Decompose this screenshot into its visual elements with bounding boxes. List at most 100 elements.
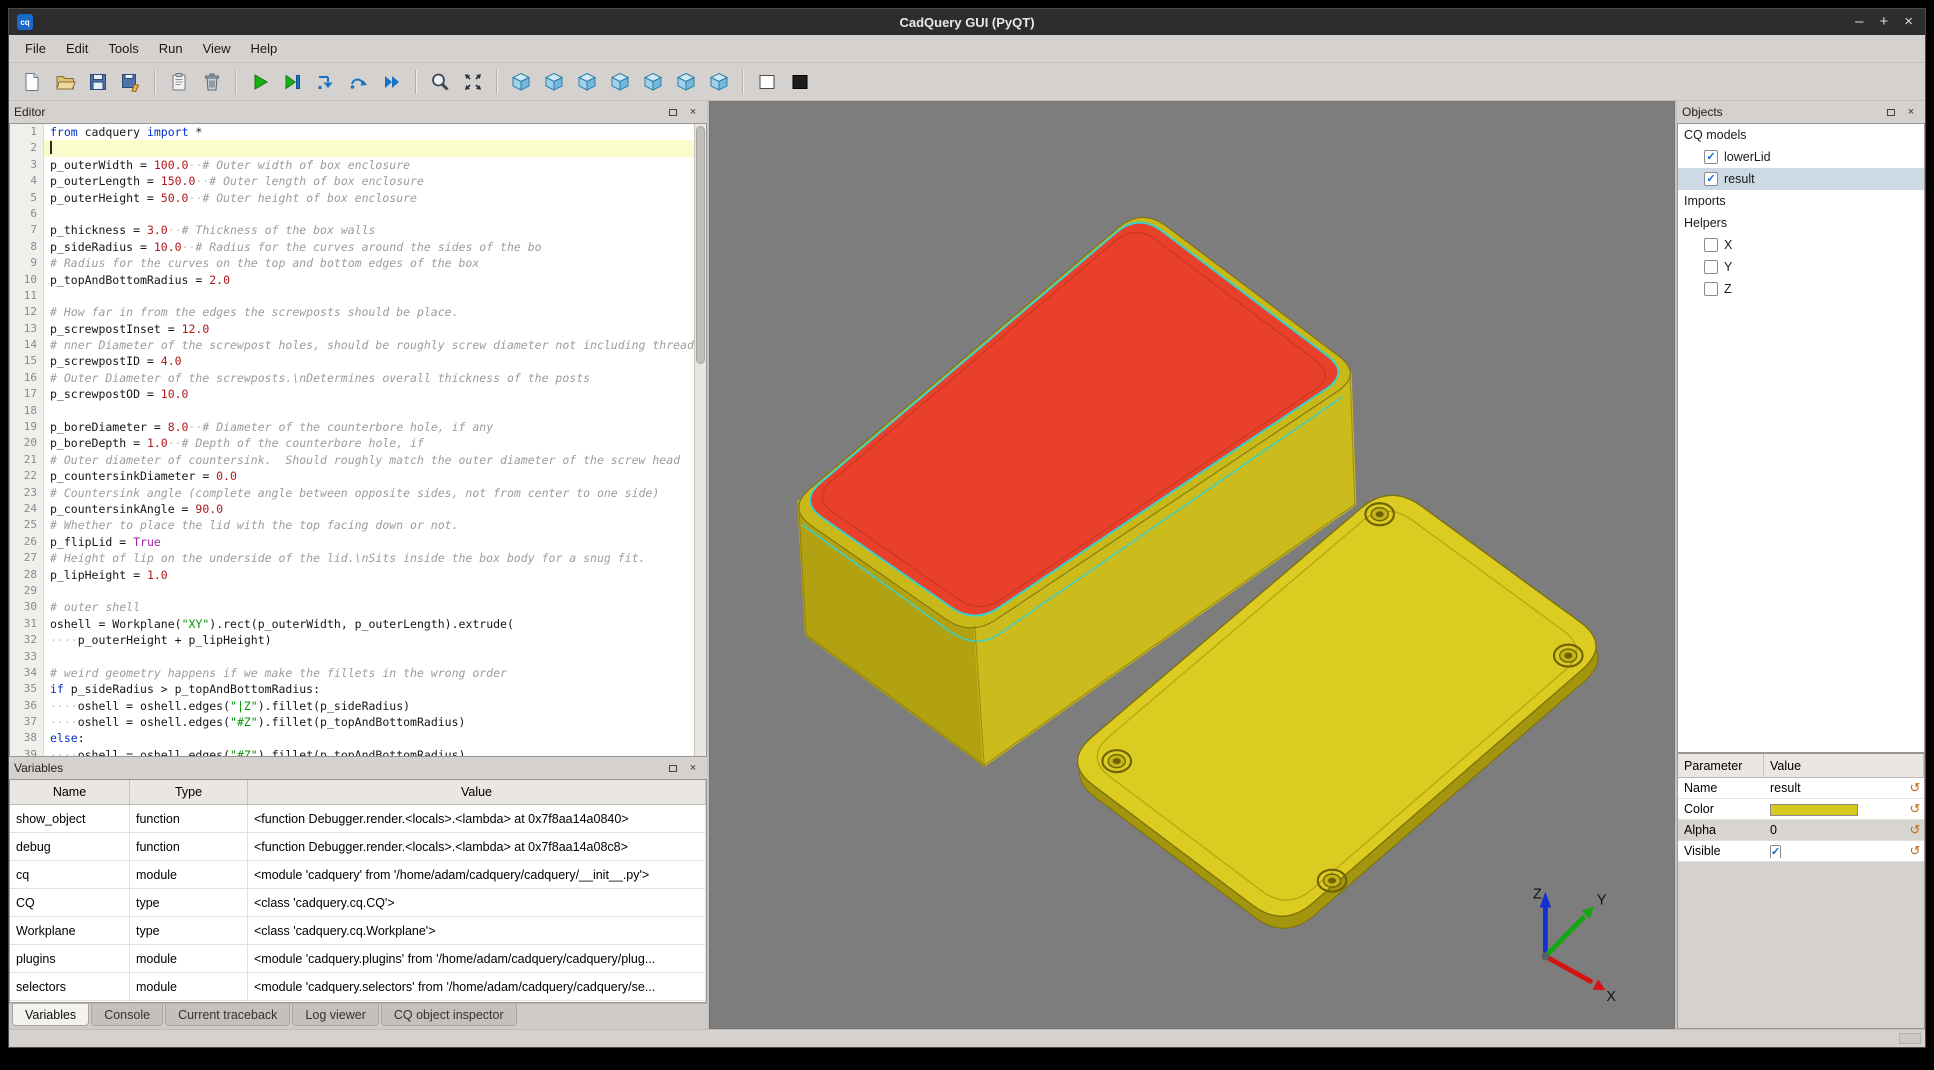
save-file-button[interactable] bbox=[83, 67, 113, 97]
code-line[interactable]: 25# Whether to place the lid with the to… bbox=[10, 517, 694, 533]
checkbox[interactable]: ✓ bbox=[1704, 172, 1718, 186]
open-file-button[interactable] bbox=[50, 67, 80, 97]
tree-item-z[interactable]: Z bbox=[1678, 278, 1924, 300]
code-line[interactable]: 26p_flipLid = True bbox=[10, 534, 694, 550]
code-line[interactable]: 20p_boreDepth = 1.0··# Depth of the coun… bbox=[10, 435, 694, 451]
code-line[interactable]: 9# Radius for the curves on the top and … bbox=[10, 255, 694, 271]
prop-row-name[interactable]: Nameresult↺ bbox=[1678, 778, 1924, 799]
variable-row[interactable]: show_objectfunction<function Debugger.re… bbox=[10, 805, 706, 833]
viewport-3d[interactable]: ZYX bbox=[709, 101, 1675, 1029]
checkbox[interactable] bbox=[1704, 282, 1718, 296]
clipboard-button[interactable] bbox=[164, 67, 194, 97]
run-script-button[interactable] bbox=[245, 67, 275, 97]
code-line[interactable]: 21# Outer diameter of countersink. Shoul… bbox=[10, 452, 694, 468]
prop-row-color[interactable]: Color↺ bbox=[1678, 799, 1924, 820]
view-front-button[interactable] bbox=[539, 67, 569, 97]
code-line[interactable]: 8p_sideRadius = 10.0··# Radius for the c… bbox=[10, 239, 694, 255]
code-line[interactable]: 18 bbox=[10, 403, 694, 419]
variable-row[interactable]: cqmodule<module 'cadquery' from '/home/a… bbox=[10, 861, 706, 889]
reset-button[interactable]: ↺ bbox=[1906, 801, 1924, 817]
code-line[interactable]: 36····oshell = oshell.edges("|Z").fillet… bbox=[10, 698, 694, 714]
prop-row-alpha[interactable]: Alpha0↺ bbox=[1678, 820, 1924, 841]
minimize-button[interactable]: – bbox=[1855, 9, 1863, 35]
code-line[interactable]: 7p_thickness = 3.0··# Thickness of the b… bbox=[10, 222, 694, 238]
tree-item-y[interactable]: Y bbox=[1678, 256, 1924, 278]
variable-row[interactable]: Workplanetype<class 'cadquery.cq.Workpla… bbox=[10, 917, 706, 945]
save-as-file-button[interactable] bbox=[116, 67, 146, 97]
code-line[interactable]: 29 bbox=[10, 583, 694, 599]
tab-cq-object-inspector[interactable]: CQ object inspector bbox=[381, 1004, 517, 1026]
delete-button[interactable] bbox=[197, 67, 227, 97]
code-line[interactable]: 37····oshell = oshell.edges("#Z").fillet… bbox=[10, 714, 694, 730]
color-swatch[interactable] bbox=[1770, 804, 1858, 816]
fit-all-button[interactable] bbox=[458, 67, 488, 97]
debug-script-button[interactable] bbox=[278, 67, 308, 97]
tree-item-imports[interactable]: Imports bbox=[1678, 190, 1924, 212]
code-line[interactable]: 27# Height of lip on the underside of th… bbox=[10, 550, 694, 566]
code-line[interactable]: 28p_lipHeight = 1.0 bbox=[10, 567, 694, 583]
code-line[interactable]: 38else: bbox=[10, 730, 694, 746]
code-line[interactable]: 11 bbox=[10, 288, 694, 304]
objects-float-button[interactable] bbox=[1884, 105, 1898, 119]
editor-scrollbar-thumb[interactable] bbox=[696, 126, 705, 364]
menu-edit[interactable]: Edit bbox=[56, 37, 98, 60]
tab-variables[interactable]: Variables bbox=[12, 1004, 89, 1026]
close-button[interactable]: × bbox=[1904, 9, 1913, 35]
continue-run-button[interactable] bbox=[377, 67, 407, 97]
code-line[interactable]: 22p_countersinkDiameter = 0.0 bbox=[10, 468, 694, 484]
variable-row[interactable]: debugfunction<function Debugger.render.<… bbox=[10, 833, 706, 861]
view-right-button[interactable] bbox=[638, 67, 668, 97]
code-line[interactable]: 33 bbox=[10, 649, 694, 665]
step-over-button[interactable] bbox=[344, 67, 374, 97]
bg-dark-button[interactable] bbox=[785, 67, 815, 97]
code-line[interactable]: 2 bbox=[10, 140, 694, 156]
tree-item-lowerlid[interactable]: ✓lowerLid bbox=[1678, 146, 1924, 168]
view-back-button[interactable] bbox=[572, 67, 602, 97]
variables-float-button[interactable] bbox=[666, 761, 680, 775]
menu-run[interactable]: Run bbox=[149, 37, 193, 60]
code-line[interactable]: 12# How far in from the edges the screwp… bbox=[10, 304, 694, 320]
reset-button[interactable]: ↺ bbox=[1906, 843, 1924, 859]
menu-view[interactable]: View bbox=[193, 37, 241, 60]
code-line[interactable]: 3p_outerWidth = 100.0··# Outer width of … bbox=[10, 157, 694, 173]
editor-close-button[interactable]: × bbox=[686, 105, 700, 119]
prop-row-visible[interactable]: Visible✓↺ bbox=[1678, 841, 1924, 862]
code-line[interactable]: 31oshell = Workplane("XY").rect(p_outerW… bbox=[10, 616, 694, 632]
tree-item-x[interactable]: X bbox=[1678, 234, 1924, 256]
code-line[interactable]: 19p_boreDiameter = 8.0··# Diameter of th… bbox=[10, 419, 694, 435]
checkbox[interactable] bbox=[1704, 238, 1718, 252]
code-line[interactable]: 34# weird geometry happens if we make th… bbox=[10, 665, 694, 681]
resize-grip[interactable] bbox=[1899, 1033, 1921, 1044]
code-line[interactable]: 14# nner Diameter of the screwpost holes… bbox=[10, 337, 694, 353]
code-line[interactable]: 35if p_sideRadius > p_topAndBottomRadius… bbox=[10, 681, 694, 697]
code-line[interactable]: 5p_outerHeight = 50.0··# Outer height of… bbox=[10, 190, 694, 206]
code-line[interactable]: 17p_screwpostOD = 10.0 bbox=[10, 386, 694, 402]
view-left-button[interactable] bbox=[605, 67, 635, 97]
step-into-button[interactable] bbox=[311, 67, 341, 97]
editor-scrollbar[interactable] bbox=[694, 124, 706, 756]
code-line[interactable]: 23# Countersink angle (complete angle be… bbox=[10, 485, 694, 501]
view-bottom-button[interactable] bbox=[704, 67, 734, 97]
menu-help[interactable]: Help bbox=[241, 37, 288, 60]
editor-float-button[interactable] bbox=[666, 105, 680, 119]
code-line[interactable]: 4p_outerLength = 150.0··# Outer length o… bbox=[10, 173, 694, 189]
zoom-button[interactable] bbox=[425, 67, 455, 97]
code-line[interactable]: 6 bbox=[10, 206, 694, 222]
maximize-button[interactable]: + bbox=[1879, 9, 1888, 35]
variable-row[interactable]: Planetype<class 'cadquery.occ_impl.geom.… bbox=[10, 1001, 706, 1002]
code-line[interactable]: 10p_topAndBottomRadius = 2.0 bbox=[10, 272, 694, 288]
checkbox[interactable]: ✓ bbox=[1770, 845, 1781, 858]
tree-item-cq-models[interactable]: CQ models bbox=[1678, 124, 1924, 146]
checkbox[interactable] bbox=[1704, 260, 1718, 274]
tree-item-helpers[interactable]: Helpers bbox=[1678, 212, 1924, 234]
view-iso-button[interactable] bbox=[506, 67, 536, 97]
objects-close-button[interactable]: × bbox=[1904, 105, 1918, 119]
menu-tools[interactable]: Tools bbox=[98, 37, 148, 60]
tab-log-viewer[interactable]: Log viewer bbox=[292, 1004, 378, 1026]
reset-button[interactable]: ↺ bbox=[1906, 822, 1924, 838]
code-line[interactable]: 15p_screwpostID = 4.0 bbox=[10, 353, 694, 369]
code-line[interactable]: 30# outer shell bbox=[10, 599, 694, 615]
code-line[interactable]: 13p_screwpostInset = 12.0 bbox=[10, 321, 694, 337]
variable-row[interactable]: selectorsmodule<module 'cadquery.selecto… bbox=[10, 973, 706, 1001]
reset-button[interactable]: ↺ bbox=[1906, 780, 1924, 796]
